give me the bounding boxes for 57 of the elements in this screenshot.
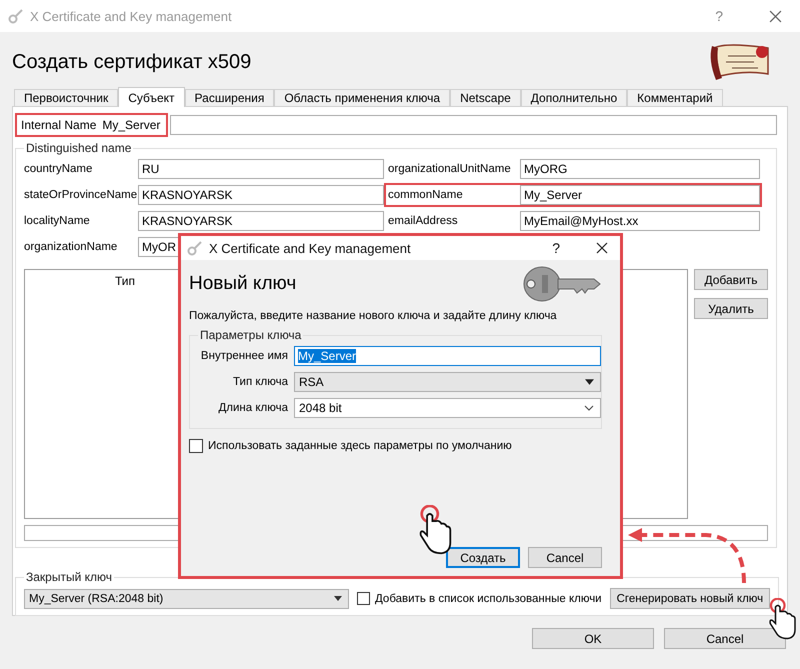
dialog-heading: Новый ключ	[189, 273, 296, 295]
dropdown-arrow-icon	[585, 379, 594, 385]
field-label: Внутреннее имя	[200, 350, 288, 362]
field-label: localityName	[24, 215, 91, 227]
tab[interactable]: Первоисточник	[14, 89, 118, 106]
field-label: emailAddress	[388, 215, 459, 227]
internal-name-field[interactable]	[170, 115, 777, 135]
hand-cursor-icon	[418, 505, 454, 555]
window-title: X Certificate and Key management	[30, 8, 232, 24]
text-field[interactable]: KRASNOYARSK	[138, 211, 384, 231]
tab[interactable]: Расширения	[184, 89, 274, 106]
field-label: Internal Name	[21, 118, 96, 132]
group-title: Закрытый ключ	[25, 570, 114, 584]
internal-name-value: My_Server	[101, 117, 162, 133]
field-label: Длина ключа	[218, 402, 288, 414]
key-dropdown[interactable]: My_Server (RSA:2048 bit)	[24, 588, 349, 608]
text-field[interactable]: MyEmail@MyHost.xx	[520, 211, 760, 231]
dialog-button[interactable]: Cancel	[528, 547, 602, 568]
window-title: X Certificate and Key management	[209, 240, 411, 256]
table-button[interactable]: Удалить	[694, 298, 768, 319]
app-icon	[187, 240, 203, 256]
field-label: Тип ключа	[232, 376, 288, 388]
dialog-button[interactable]: Cancel	[664, 628, 786, 649]
key-type-dropdown[interactable]: RSA	[294, 372, 601, 392]
app-icon	[8, 8, 24, 24]
key-name-field[interactable]: My_Server	[294, 346, 601, 366]
default-params-checkbox[interactable]: Использовать заданные здесь параметры по умолчанию	[189, 439, 602, 453]
key-icon	[522, 266, 602, 302]
text-field[interactable]: My_Server	[520, 185, 760, 205]
dialog-description: Пожалуйста, введите название нового ключа и задайте длину ключа	[189, 310, 558, 322]
field-label: organizationName	[24, 241, 118, 253]
dialog-button[interactable]: Создать	[446, 547, 520, 568]
help-button[interactable]: ?	[715, 8, 763, 24]
group-title: Distinguished name	[25, 141, 132, 155]
group-title: Параметры ключа	[199, 328, 302, 342]
chevron-down-icon	[584, 405, 594, 411]
tab[interactable]: Комментарий	[627, 89, 723, 106]
tab[interactable]: Область применения ключа	[274, 89, 450, 106]
dialog-button[interactable]: OK	[532, 628, 654, 649]
generate-key-button[interactable]: Сгенерировать новый ключ	[610, 588, 770, 609]
field-label: countryName	[24, 163, 94, 175]
column-header[interactable]: Тип	[115, 274, 136, 288]
use-keys-checkbox[interactable]: Добавить в список использованные ключи	[357, 592, 602, 605]
field-label: organizationalUnitName	[388, 163, 512, 175]
key-length-dropdown[interactable]: 2048 bit	[294, 398, 601, 418]
text-field[interactable]: KRASNOYARSK	[138, 185, 384, 205]
dropdown-arrow-icon	[334, 596, 342, 601]
close-icon[interactable]	[596, 242, 608, 254]
help-button[interactable]: ?	[552, 240, 590, 256]
text-field[interactable]: MyORG	[520, 159, 760, 179]
tab[interactable]: Netscape	[450, 89, 521, 106]
table-button[interactable]: Добавить	[694, 269, 768, 290]
page-heading: Создать сертификат x509	[12, 50, 252, 74]
tab[interactable]: Дополнительно	[520, 89, 628, 106]
text-field[interactable]: RU	[138, 159, 384, 179]
field-label: commonName	[388, 189, 464, 201]
tab[interactable]: Субъект	[118, 87, 185, 107]
